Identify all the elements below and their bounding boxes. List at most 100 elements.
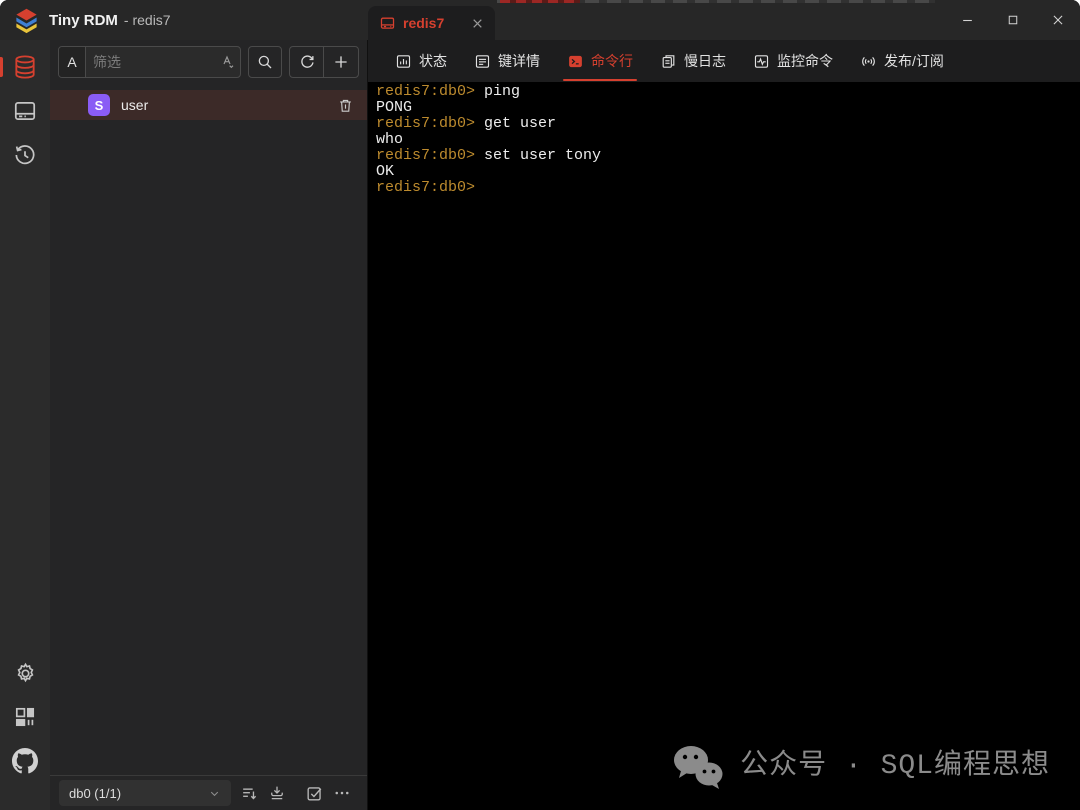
fuzzy-sort-icon[interactable] — [216, 47, 240, 77]
cli-terminal[interactable]: redis7:db0> ping PONG redis7:db0> get us… — [368, 82, 1080, 810]
window-controls — [945, 0, 1080, 40]
sort-keys-button[interactable] — [240, 784, 259, 803]
titlebar: Tiny RDM - redis7 redis7 — [0, 0, 1080, 40]
tab-label: redis7 — [403, 15, 444, 31]
more-actions-button[interactable] — [333, 784, 351, 802]
terminal-line: redis7:db0> ping — [376, 84, 1072, 100]
database-icon — [12, 54, 38, 80]
filter-toolbar: A — [50, 40, 367, 84]
add-key-button[interactable] — [324, 47, 358, 77]
ellipsis-icon — [333, 784, 351, 802]
minimize-button[interactable] — [945, 0, 990, 40]
terminal-prompt: redis7:db0> — [376, 179, 475, 196]
terminal-line: who — [376, 132, 1072, 148]
sidebar-item-settings[interactable] — [0, 658, 50, 688]
sidebar-item-extensions[interactable] — [0, 702, 50, 732]
tab-status[interactable]: 状态 — [384, 40, 458, 82]
key-browser-panel: A — [50, 40, 368, 810]
trash-icon — [337, 97, 354, 114]
main-area: 状态 键详情 — [368, 40, 1080, 810]
close-button[interactable] — [1035, 0, 1080, 40]
tab-slow-log[interactable]: 慢日志 — [649, 40, 737, 82]
filter-group: A — [58, 46, 241, 78]
sidebar-bottom — [0, 658, 50, 810]
app-window: Tiny RDM - redis7 redis7 — [0, 0, 1080, 810]
maximize-icon — [1007, 14, 1019, 26]
github-icon — [12, 748, 38, 774]
status-icon — [395, 53, 412, 70]
watermark: 公众号 · SQL编程思想 — [671, 744, 1050, 790]
tab-key-detail-label: 键详情 — [498, 51, 540, 71]
tab-key-detail[interactable]: 键详情 — [463, 40, 551, 82]
tab-redis7[interactable]: redis7 — [368, 6, 495, 40]
multi-select-button[interactable] — [305, 784, 324, 803]
tab-monitor-label: 监控命令 — [777, 51, 833, 71]
terminal-text: PONG — [376, 99, 412, 116]
chevron-down-icon — [208, 787, 221, 800]
terminal-line: redis7:db0> get user — [376, 116, 1072, 132]
sort-list-icon — [240, 784, 259, 803]
refresh-add-group — [289, 46, 359, 78]
tab-monitor[interactable]: 监控命令 — [742, 40, 844, 82]
minimize-icon — [961, 14, 974, 27]
terminal-line: redis7:db0> — [376, 180, 1072, 196]
search-icon — [256, 53, 274, 71]
database-toolbar: db0 (1/1) — [50, 775, 367, 810]
slow-log-icon — [660, 53, 677, 70]
terminal-text: OK — [376, 163, 394, 180]
settings-gear-icon — [13, 661, 38, 686]
terminal-line: redis7:db0> set user tony — [376, 148, 1072, 164]
db-selector-value: db0 (1/1) — [69, 786, 121, 801]
key-row-user[interactable]: S user — [50, 90, 367, 120]
nav-sidebar — [0, 40, 50, 810]
key-tree: S user — [50, 84, 367, 775]
terminal-text: get user — [475, 115, 556, 132]
connection-subtitle: - redis7 — [124, 12, 171, 28]
search-button[interactable] — [248, 46, 282, 78]
server-icon — [12, 98, 38, 124]
refresh-icon — [298, 53, 316, 71]
close-icon — [1051, 13, 1065, 27]
connection-tabs-bar: 状态 键详情 — [368, 40, 1080, 82]
delete-key-button[interactable] — [337, 97, 354, 114]
sidebar-item-browser[interactable] — [0, 52, 50, 82]
history-icon — [12, 142, 38, 168]
terminal-prompt: redis7:db0> — [376, 115, 475, 132]
apps-grid-icon — [13, 705, 37, 729]
type-badge-string: S — [88, 94, 110, 116]
terminal-line: PONG — [376, 100, 1072, 116]
import-keys-button[interactable] — [268, 784, 286, 802]
sidebar-item-github[interactable] — [0, 746, 50, 776]
db-selector[interactable]: db0 (1/1) — [59, 780, 231, 806]
wechat-icon — [671, 744, 725, 790]
key-detail-icon — [474, 53, 491, 70]
sidebar-item-server[interactable] — [0, 96, 50, 126]
screenshot-artifact-red — [500, 0, 580, 3]
pubsub-icon — [860, 53, 877, 70]
sidebar-item-history[interactable] — [0, 140, 50, 170]
app-title: Tiny RDM — [49, 12, 118, 29]
tab-status-label: 状态 — [419, 51, 447, 71]
filter-input[interactable] — [86, 47, 216, 77]
refresh-button[interactable] — [290, 47, 324, 77]
tab-command-line-label: 命令行 — [591, 51, 633, 71]
close-icon[interactable] — [471, 17, 484, 30]
terminal-icon — [567, 53, 584, 70]
monitor-icon — [753, 53, 770, 70]
tab-pubsub[interactable]: 发布/订阅 — [849, 40, 955, 82]
terminal-text: set user tony — [475, 147, 601, 164]
import-icon — [268, 784, 286, 802]
match-case-button[interactable]: A — [59, 47, 86, 77]
terminal-line: OK — [376, 164, 1072, 180]
terminal-monitor-icon — [379, 15, 396, 32]
terminal-text: who — [376, 131, 403, 148]
tab-slow-log-label: 慢日志 — [684, 51, 726, 71]
key-name: user — [121, 97, 148, 113]
checkbox-icon — [305, 784, 324, 803]
watermark-text: 公众号 · SQL编程思想 — [740, 759, 1050, 775]
maximize-button[interactable] — [990, 0, 1035, 40]
tab-command-line[interactable]: 命令行 — [556, 40, 644, 82]
app-logo-icon — [13, 7, 40, 34]
terminal-prompt: redis7:db0> — [376, 83, 475, 100]
terminal-text: ping — [475, 83, 520, 100]
